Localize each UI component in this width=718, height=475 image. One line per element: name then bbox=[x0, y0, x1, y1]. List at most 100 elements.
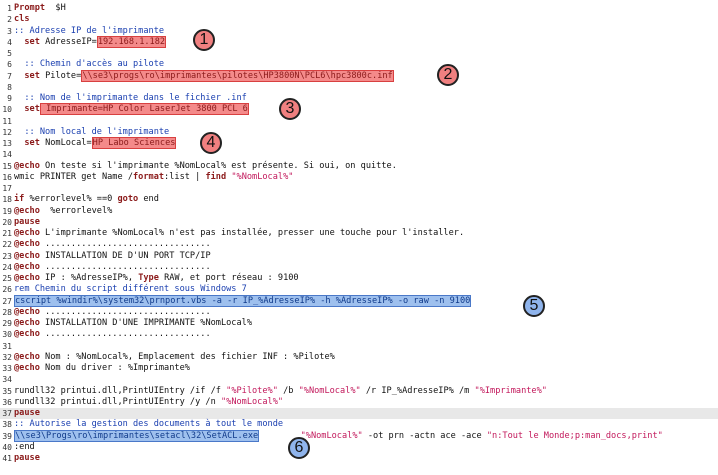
code-token: /b bbox=[277, 385, 299, 396]
code-line[interactable]: 33 @echo Nom du driver : %Imprimante% bbox=[0, 363, 718, 374]
code-line[interactable]: 11 bbox=[0, 116, 718, 127]
code-line[interactable]: 26 rem Chemin du script différent sous Wi… bbox=[0, 284, 718, 295]
code-token: INSTALLATION D'UNE IMPRIMANTE %NomLocal% bbox=[39, 318, 253, 328]
code-token: find bbox=[205, 171, 227, 182]
line-number: 29 bbox=[2, 319, 12, 328]
code-line[interactable]: 18 if %errorlevel% ==0 goto end bbox=[0, 194, 718, 205]
line-number: 20 bbox=[2, 217, 12, 227]
code-token: @echo bbox=[14, 318, 40, 328]
code-line[interactable]: 31 bbox=[0, 341, 718, 352]
code-token: $H bbox=[45, 3, 66, 13]
callout-badge-2: 2 bbox=[437, 64, 459, 86]
code-token: NomLocal= bbox=[39, 138, 92, 148]
code-line[interactable]: 17 bbox=[0, 183, 718, 194]
code-line[interactable]: 8 bbox=[0, 82, 718, 93]
code-text: :: Adresse IP de l'imprimante bbox=[14, 26, 164, 37]
code-line[interactable]: 28 @echo ................................ bbox=[0, 307, 718, 318]
line-number: 39 bbox=[2, 431, 12, 441]
code-text: @echo ................................ bbox=[14, 307, 211, 318]
line-number: 4 bbox=[7, 37, 12, 47]
line-number: 34 bbox=[2, 375, 12, 385]
code-token: format bbox=[133, 171, 165, 182]
line-number: 2 bbox=[7, 15, 12, 25]
code-line[interactable]: 7 set Pilote=\\se3\progs\ro\imprimantes\… bbox=[0, 69, 718, 82]
code-token: %errorlevel% bbox=[39, 205, 113, 216]
code-line[interactable]: 5 bbox=[0, 48, 718, 59]
line-number: 15 bbox=[2, 161, 12, 171]
code-line[interactable]: 10 set Imprimante=HP Color LaserJet 3800… bbox=[0, 103, 718, 116]
code-token: if bbox=[14, 194, 25, 205]
code-line[interactable]: 32 @echo Nom : %NomLocal%, Emplacement de… bbox=[0, 352, 718, 363]
line-number: 1 bbox=[7, 4, 12, 13]
code-token: "%NomLocal%" bbox=[231, 171, 294, 182]
code-line[interactable]: 3:: Adresse IP de l'imprimante bbox=[0, 26, 718, 37]
code-line[interactable]: 36 rundll32 printui.dll,PrintUIEntry /y /… bbox=[0, 397, 718, 408]
code-line[interactable]: 30 @echo ................................ bbox=[0, 329, 718, 340]
code-line[interactable]: 41 pause bbox=[0, 453, 718, 464]
code-line[interactable]: 19 @echo %errorlevel% bbox=[0, 206, 718, 217]
code-token: @echo bbox=[14, 273, 40, 283]
code-text: wmic PRINTER get Name /format:list | fin… bbox=[14, 172, 293, 183]
code-token: %errorlevel% ==0 bbox=[24, 194, 118, 205]
code-token: INSTALLATION DE D'UN PORT TCP/IP bbox=[39, 250, 211, 261]
code-text: rundll32 printui.dll,PrintUIEntry /y /n … bbox=[14, 397, 283, 408]
code-line[interactable]: 37 pause bbox=[0, 408, 718, 419]
code-token: @echo bbox=[14, 261, 40, 272]
code-line[interactable]: 29 @echo INSTALLATION D'UNE IMPRIMANTE %N… bbox=[0, 318, 718, 329]
code-line[interactable]: 1 Prompt $H bbox=[0, 3, 718, 14]
line-number: 6 bbox=[7, 60, 12, 70]
code-token: ................................ bbox=[39, 261, 211, 272]
code-line[interactable]: 22 @echo ................................ bbox=[0, 239, 718, 250]
code-line[interactable]: 34 bbox=[0, 374, 718, 385]
code-line[interactable]: 2 cls bbox=[0, 14, 718, 25]
highlight-blue: \\se3\Progs\ro\imprimantes\setacl\32\Set… bbox=[14, 429, 260, 442]
code-token: :end bbox=[14, 441, 35, 452]
code-token: Nom du driver : %Imprimante% bbox=[39, 363, 190, 373]
highlight-red: Imprimante=HP Color LaserJet 3800 PCL 6 bbox=[39, 103, 249, 116]
code-line[interactable]: 38:: Autorise la gestion des documents à… bbox=[0, 419, 718, 430]
code-line[interactable]: 15 @echo On teste si l'imprimante %NomLoc… bbox=[0, 161, 718, 172]
code-text: \\se3\Progs\ro\imprimantes\setacl\32\Set… bbox=[14, 429, 663, 442]
code-text: @echo IP : %AdresseIP%, Type RAW, et por… bbox=[14, 273, 299, 284]
line-number: 17 bbox=[2, 184, 12, 193]
code-line[interactable]: 25 @echo IP : %AdresseIP%, Type RAW, et p… bbox=[0, 273, 718, 284]
code-text: set AdresseIP=192.168.1.182 bbox=[14, 35, 167, 48]
callout-badge-5: 5 bbox=[523, 295, 545, 317]
line-number: 37 bbox=[2, 409, 12, 418]
highlight-blue: cscript %windir%\system32\prnport.vbs -a… bbox=[14, 294, 472, 307]
code-line[interactable]: 21 @echo L'imprimante %NomLocal% n'est pa… bbox=[0, 228, 718, 239]
code-text: :end bbox=[14, 442, 35, 453]
code-line[interactable]: 35 rundll32 printui.dll,PrintUIEntry /if … bbox=[0, 386, 718, 397]
code-text: @echo INSTALLATION D'UNE IMPRIMANTE %Nom… bbox=[14, 318, 252, 329]
code-line[interactable]: 40:end bbox=[0, 442, 718, 453]
code-token: pause bbox=[14, 453, 40, 463]
code-line[interactable]: 27 cscript %windir%\system32\prnport.vbs … bbox=[0, 294, 718, 307]
code-line[interactable]: 24 @echo ................................ bbox=[0, 262, 718, 273]
line-number: 36 bbox=[2, 397, 12, 407]
code-text: if %errorlevel% ==0 goto end bbox=[14, 194, 159, 205]
code-line[interactable]: 4 set AdresseIP=192.168.1.182 bbox=[0, 35, 718, 48]
code-text: @echo %errorlevel% bbox=[14, 206, 112, 217]
code-text: rem Chemin du script différent sous Wind… bbox=[14, 284, 247, 295]
code-editor[interactable]: 1 Prompt $H 2 cls 3:: Adresse IP de l'imprim… bbox=[0, 0, 718, 475]
code-token: "%Pilote%" bbox=[226, 385, 278, 396]
code-line[interactable]: 20 pause bbox=[0, 217, 718, 228]
code-line[interactable]: 13 set NomLocal=HP Labo Sciences bbox=[0, 137, 718, 149]
code-token: @echo bbox=[14, 239, 40, 250]
code-line[interactable]: 6 :: Chemin d'accès au pilote bbox=[0, 59, 718, 70]
line-number: 24 bbox=[2, 262, 12, 272]
code-line[interactable]: 39 \\se3\Progs\ro\imprimantes\setacl\32\S… bbox=[0, 429, 718, 442]
code-line[interactable]: 16 wmic PRINTER get Name /format:list | f… bbox=[0, 172, 718, 183]
code-token: ................................ bbox=[39, 329, 211, 340]
line-number: 38 bbox=[2, 420, 12, 430]
code-token: :: Nom local de l'imprimante bbox=[14, 126, 170, 137]
code-token: "%NomLocal%" bbox=[220, 396, 284, 407]
code-line[interactable]: 14 bbox=[0, 149, 718, 160]
line-number: 14 bbox=[2, 150, 12, 160]
line-number: 32 bbox=[2, 352, 12, 362]
code-text: @echo Nom du driver : %Imprimante% bbox=[14, 363, 190, 374]
code-line[interactable]: 23 @echo INSTALLATION DE D'UN PORT TCP/IP bbox=[0, 251, 718, 262]
code-text: @echo ................................ bbox=[14, 239, 211, 250]
